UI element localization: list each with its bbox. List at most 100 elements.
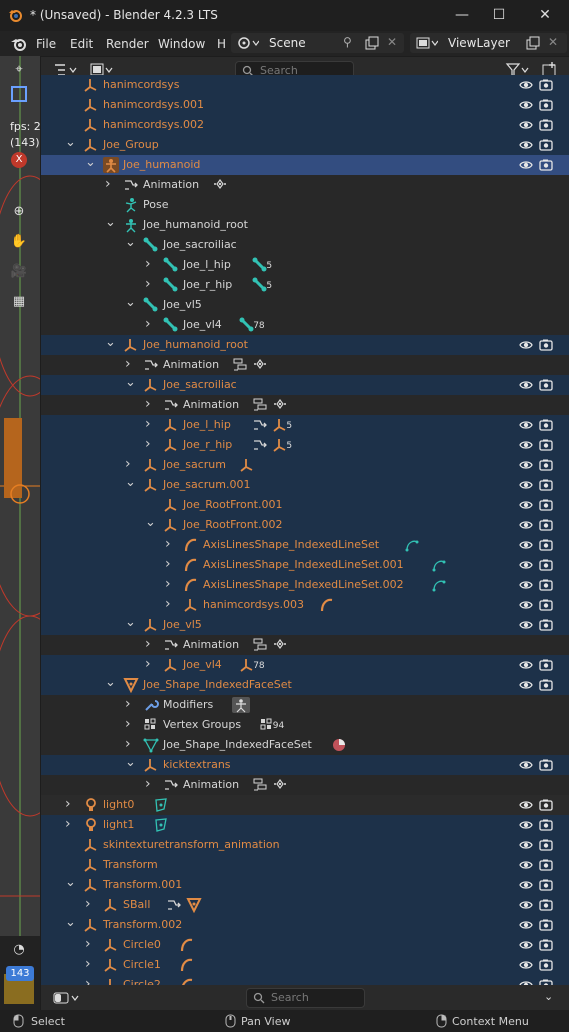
empty-icon[interactable]	[163, 497, 179, 513]
empty-icon[interactable]	[83, 877, 99, 893]
empty-icon[interactable]	[143, 477, 159, 493]
bone-icon[interactable]	[163, 317, 179, 333]
visibility-eye-icon[interactable]	[519, 438, 533, 452]
zoom-icon[interactable]: ⊕	[4, 204, 34, 224]
curve-icon[interactable]	[179, 937, 195, 953]
mesh-data-icon[interactable]	[143, 737, 159, 753]
select-box-icon[interactable]	[4, 86, 34, 106]
tree-item-label[interactable]: Vertex Groups	[163, 718, 241, 731]
chevron-down-icon[interactable]: ⌄	[125, 755, 136, 770]
mesh-icon[interactable]	[123, 677, 139, 694]
render-camera-icon[interactable]	[539, 118, 553, 132]
chevron-down-icon[interactable]: ⌄	[125, 475, 136, 490]
render-camera-icon[interactable]	[539, 498, 553, 512]
chevron-right-icon[interactable]: ›	[145, 256, 155, 272]
tree-row[interactable]: › Joe_Shape_IndexedFaceSet	[41, 735, 569, 755]
tree-row[interactable]: ⌄ Joe_humanoid_root	[41, 335, 569, 355]
grid-view-icon[interactable]: ▦	[4, 294, 34, 314]
curve-icon[interactable]	[183, 537, 199, 553]
render-camera-icon[interactable]	[539, 98, 553, 112]
visibility-eye-icon[interactable]	[519, 558, 533, 572]
tree-row[interactable]: ⌄ Joe_sacroiliac	[41, 235, 569, 255]
visibility-eye-icon[interactable]	[519, 78, 533, 92]
vertex-groups-icon[interactable]	[143, 717, 159, 733]
animation-icon[interactable]	[123, 177, 139, 193]
chevron-right-icon[interactable]: ›	[85, 956, 95, 972]
tree-item-label[interactable]: AxisLinesShape_IndexedLineSet.002	[203, 578, 404, 591]
curve-icon[interactable]	[319, 597, 335, 613]
render-camera-icon[interactable]	[539, 78, 553, 92]
chevron-right-icon[interactable]: ›	[85, 936, 95, 952]
menu-help[interactable]: H	[217, 37, 226, 51]
tree-row[interactable]: ⌄ Transform.001	[41, 875, 569, 895]
tree-row[interactable]: ⌄ kicktextrans	[41, 755, 569, 775]
tree-item-label[interactable]: kicktextrans	[163, 758, 231, 771]
tree-row[interactable]: › Animation	[41, 395, 569, 415]
render-camera-icon[interactable]	[539, 878, 553, 892]
pin-icon[interactable]: ⚲	[343, 35, 352, 49]
empty-icon[interactable]	[239, 457, 255, 473]
render-camera-icon[interactable]	[539, 378, 553, 392]
visibility-eye-icon[interactable]	[519, 838, 533, 852]
maximize-button[interactable]: ☐	[489, 6, 509, 24]
curve-icon[interactable]	[179, 977, 195, 985]
tree-item-label[interactable]: Joe_humanoid_root	[143, 218, 248, 231]
light-data-icon[interactable]	[153, 797, 169, 813]
tree-row[interactable]: › Animation	[41, 635, 569, 655]
animation-icon[interactable]	[252, 437, 268, 453]
nla-icon[interactable]	[252, 397, 268, 413]
visibility-eye-icon[interactable]	[519, 498, 533, 512]
chevron-down-icon[interactable]: ⌄	[125, 375, 136, 390]
chevron-right-icon[interactable]: ›	[65, 816, 75, 832]
visibility-eye-icon[interactable]	[519, 458, 533, 472]
render-camera-icon[interactable]	[539, 958, 553, 972]
duplicate-viewlayer-icon[interactable]	[526, 36, 540, 50]
tree-item-label[interactable]: Animation	[183, 638, 239, 651]
tree-row[interactable]: › hanimcordsys.003	[41, 595, 569, 615]
render-camera-icon[interactable]	[539, 978, 553, 985]
chevron-right-icon[interactable]: ›	[145, 656, 155, 672]
remove-scene-icon[interactable]: ✕	[387, 35, 397, 49]
tree-row[interactable]: › light1	[41, 815, 569, 835]
camera-view-icon[interactable]: 🎥	[4, 264, 34, 284]
tree-item-label[interactable]: Joe_sacroiliac	[163, 378, 237, 391]
visibility-eye-icon[interactable]	[519, 658, 533, 672]
render-camera-icon[interactable]	[539, 798, 553, 812]
current-frame-badge[interactable]: 143	[6, 966, 34, 981]
visibility-eye-icon[interactable]	[519, 678, 533, 692]
empty-icon[interactable]	[163, 437, 179, 453]
scene-name[interactable]: Scene	[269, 36, 306, 50]
chevron-right-icon[interactable]: ›	[145, 316, 155, 332]
render-camera-icon[interactable]	[539, 658, 553, 672]
chevron-right-icon[interactable]: ›	[125, 736, 135, 752]
visibility-eye-icon[interactable]	[519, 938, 533, 952]
tree-row[interactable]: hanimcordsys.002	[41, 115, 569, 135]
editor-type-icon[interactable]	[53, 990, 81, 1006]
curve-data-icon[interactable]	[431, 557, 447, 573]
menu-window[interactable]: Window	[158, 37, 205, 51]
light-data-icon[interactable]	[153, 817, 169, 833]
render-camera-icon[interactable]	[539, 598, 553, 612]
tree-item-label[interactable]: SBall	[123, 898, 150, 911]
visibility-eye-icon[interactable]	[519, 758, 533, 772]
tree-item-label[interactable]: hanimcordsys.002	[103, 118, 204, 131]
empty-icon[interactable]	[163, 657, 179, 673]
armature-modifier-icon[interactable]	[232, 697, 251, 713]
tree-item-label[interactable]: AxisLinesShape_IndexedLineSet	[203, 538, 379, 551]
visibility-eye-icon[interactable]	[519, 598, 533, 612]
tree-row[interactable]: › Joe_vl4 78	[41, 655, 569, 675]
tree-row[interactable]: › Animation	[41, 775, 569, 795]
empty-icon[interactable]	[143, 377, 159, 393]
close-button[interactable]: ✕	[535, 6, 555, 24]
tree-row[interactable]: › Animation	[41, 175, 569, 195]
tree-item-label[interactable]: Animation	[163, 358, 219, 371]
tree-row[interactable]: Pose	[41, 195, 569, 215]
tree-item-label[interactable]: skintexturetransform_animation	[103, 838, 280, 851]
pan-hand-icon[interactable]: ✋	[4, 234, 34, 254]
chevron-down-icon[interactable]: ⌄	[544, 990, 553, 1003]
wrench-icon[interactable]	[143, 697, 159, 713]
tree-item-label[interactable]: AxisLinesShape_IndexedLineSet.001	[203, 558, 404, 571]
tree-row[interactable]: › AxisLinesShape_IndexedLineSet.002	[41, 575, 569, 595]
render-camera-icon[interactable]	[539, 478, 553, 492]
visibility-eye-icon[interactable]	[519, 338, 533, 352]
